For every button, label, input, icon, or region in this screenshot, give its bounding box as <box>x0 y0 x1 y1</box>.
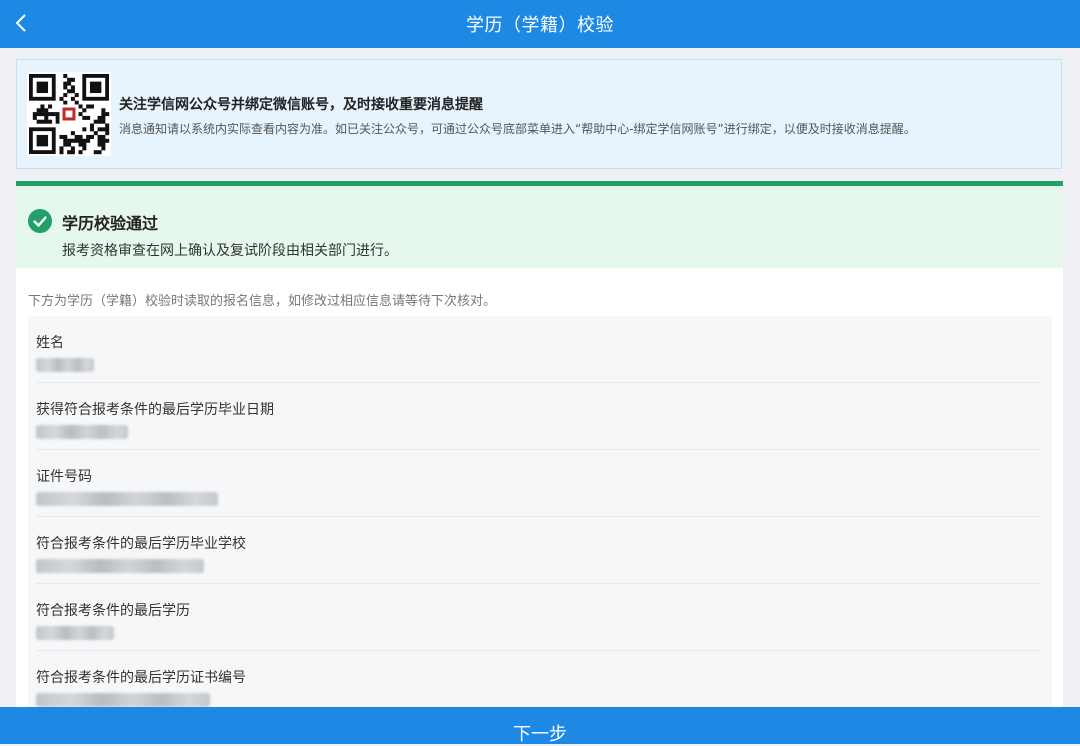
info-row-education-level: 符合报考条件的最后学历 <box>36 584 1040 651</box>
wechat-notice-banner: 关注学信网公众号并绑定微信账号，及时接收重要消息提醒 消息通知请以系统内实际查看… <box>16 59 1062 169</box>
next-step-button[interactable]: 下一步 <box>0 707 1080 745</box>
redacted-value <box>36 626 114 640</box>
info-row-graduation-school: 符合报考条件的最后学历毕业学校 <box>36 517 1040 584</box>
redacted-value <box>36 358 94 372</box>
status-description: 报考资格审查在网上确认及复试阶段由相关部门进行。 <box>62 243 398 259</box>
notice-title: 关注学信网公众号并绑定微信账号，及时接收重要消息提醒 <box>119 97 483 113</box>
status-title: 学历校验通过 <box>62 214 159 233</box>
top-navigation-bar: 学历（学籍）校验 <box>0 0 1080 48</box>
field-label: 符合报考条件的最后学历证书编号 <box>36 670 246 686</box>
info-row-graduation-date: 获得符合报考条件的最后学历毕业日期 <box>36 383 1040 450</box>
registration-info-list: 姓名 获得符合报考条件的最后学历毕业日期 证件号码 符合报考条件的最后学历毕业学… <box>28 316 1052 744</box>
next-step-label: 下一步 <box>513 723 567 745</box>
field-label: 姓名 <box>36 335 64 351</box>
redacted-value <box>36 492 218 506</box>
info-row-id-number: 证件号码 <box>36 450 1040 517</box>
field-label: 符合报考条件的最后学历毕业学校 <box>36 536 246 552</box>
check-circle-icon <box>28 209 52 233</box>
info-row-name: 姓名 <box>36 316 1040 383</box>
qr-code-icon <box>27 72 111 156</box>
qr-code-graphic <box>29 74 110 155</box>
redacted-value <box>36 693 210 707</box>
verification-card: 学历校验通过 报考资格审查在网上确认及复试阶段由相关部门进行。 下方为学历（学籍… <box>16 181 1063 744</box>
info-intro-text: 下方为学历（学籍）校验时读取的报名信息，如修改过相应信息请等待下次核对。 <box>28 294 497 309</box>
success-banner: 学历校验通过 报考资格审查在网上确认及复试阶段由相关部门进行。 <box>16 186 1063 268</box>
notice-description: 消息通知请以系统内实际查看内容为准。如已关注公众号，可通过公众号底部菜单进入“帮… <box>119 122 916 136</box>
back-button[interactable] <box>6 6 36 40</box>
page-title: 学历（学籍）校验 <box>466 15 614 36</box>
chevron-left-icon <box>15 14 26 32</box>
redacted-value <box>36 559 204 573</box>
field-label: 符合报考条件的最后学历 <box>36 603 190 619</box>
redacted-value <box>36 425 128 439</box>
field-label: 获得符合报考条件的最后学历毕业日期 <box>36 402 274 418</box>
field-label: 证件号码 <box>36 469 92 485</box>
